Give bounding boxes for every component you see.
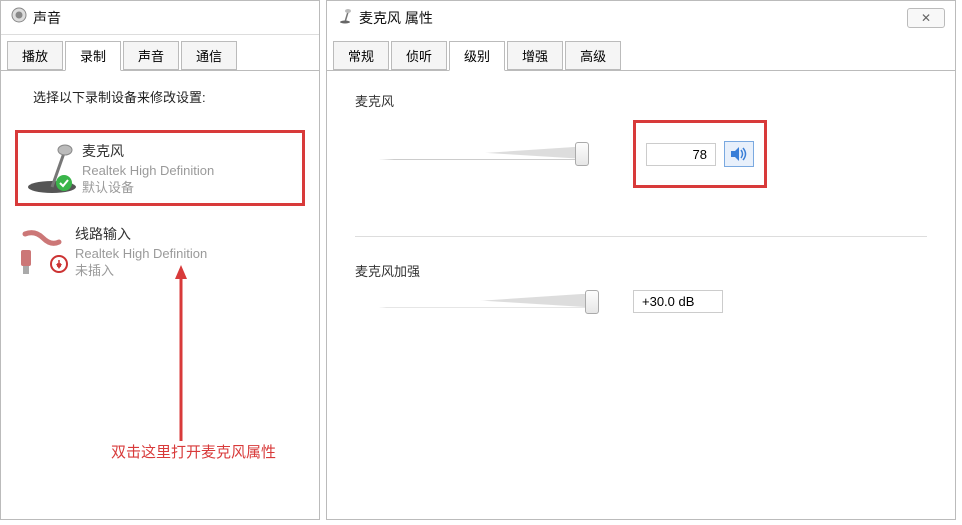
device-status: 默认设备	[82, 180, 298, 197]
line-in-icon	[15, 222, 75, 278]
sound-title: 声音	[33, 8, 61, 28]
device-subtitle: Realtek High Definition	[82, 163, 298, 180]
mic-body: 麦克风 78 麦克风加强	[327, 71, 955, 357]
speaker-icon	[11, 7, 27, 28]
device-line-in[interactable]: 线路输入 Realtek High Definition 未插入	[11, 216, 309, 286]
annotation-arrow	[171, 265, 191, 450]
mic-tab-bar: 常规 侦听 级别 增强 高级	[327, 35, 955, 71]
sound-titlebar: 声音	[1, 1, 319, 35]
mic-level-label: 麦克风	[355, 91, 927, 110]
device-microphone[interactable]: 麦克风 Realtek High Definition 默认设备	[15, 130, 305, 206]
boost-label: 麦克风加强	[355, 261, 927, 280]
mic-slider-row: 78	[355, 116, 927, 212]
tab-communications[interactable]: 通信	[181, 41, 237, 70]
separator	[355, 236, 927, 237]
sound-body: 选择以下录制设备来修改设置: 麦克风 Realtek High Definiti…	[1, 71, 319, 302]
tab-enhancements[interactable]: 增强	[507, 41, 563, 70]
boost-slider-thumb[interactable]	[585, 290, 599, 314]
sound-tab-bar: 播放 录制 声音 通信	[1, 35, 319, 71]
close-button[interactable]: ✕	[907, 8, 945, 28]
mic-slider[interactable]	[379, 144, 609, 164]
mic-slider-thumb[interactable]	[575, 142, 589, 166]
device-name: 线路输入	[75, 224, 305, 244]
device-name: 麦克风	[82, 141, 298, 161]
boost-slider-row: +30.0 dB	[355, 286, 927, 337]
tab-listen[interactable]: 侦听	[391, 41, 447, 70]
device-subtitle: Realtek High Definition	[75, 246, 305, 263]
tab-general[interactable]: 常规	[333, 41, 389, 70]
highlight-box: 78	[633, 120, 767, 188]
tab-recording[interactable]: 录制	[65, 41, 121, 71]
microphone-small-icon	[337, 8, 353, 29]
tab-playback[interactable]: 播放	[7, 41, 63, 70]
mic-properties-window: 麦克风 属性 ✕ 常规 侦听 级别 增强 高级 麦克风 78	[326, 0, 956, 520]
mic-value[interactable]: 78	[646, 143, 716, 166]
annotation-text: 双击这里打开麦克风属性	[111, 441, 276, 462]
close-icon: ✕	[921, 11, 931, 25]
boost-value[interactable]: +30.0 dB	[633, 290, 723, 313]
tab-levels[interactable]: 级别	[449, 41, 505, 71]
sound-window: 声音 播放 录制 声音 通信 选择以下录制设备来修改设置: 麦克风 Realte…	[0, 0, 320, 520]
instruction-text: 选择以下录制设备来修改设置:	[11, 87, 309, 106]
mute-button[interactable]	[724, 141, 754, 167]
mic-titlebar: 麦克风 属性 ✕	[327, 1, 955, 35]
tab-advanced[interactable]: 高级	[565, 41, 621, 70]
mic-title: 麦克风 属性	[359, 8, 433, 28]
microphone-icon	[22, 139, 82, 195]
tab-sounds[interactable]: 声音	[123, 41, 179, 70]
speaker-unmuted-icon	[730, 146, 748, 162]
boost-slider[interactable]	[379, 292, 609, 312]
device-text: 麦克风 Realtek High Definition 默认设备	[82, 139, 298, 197]
